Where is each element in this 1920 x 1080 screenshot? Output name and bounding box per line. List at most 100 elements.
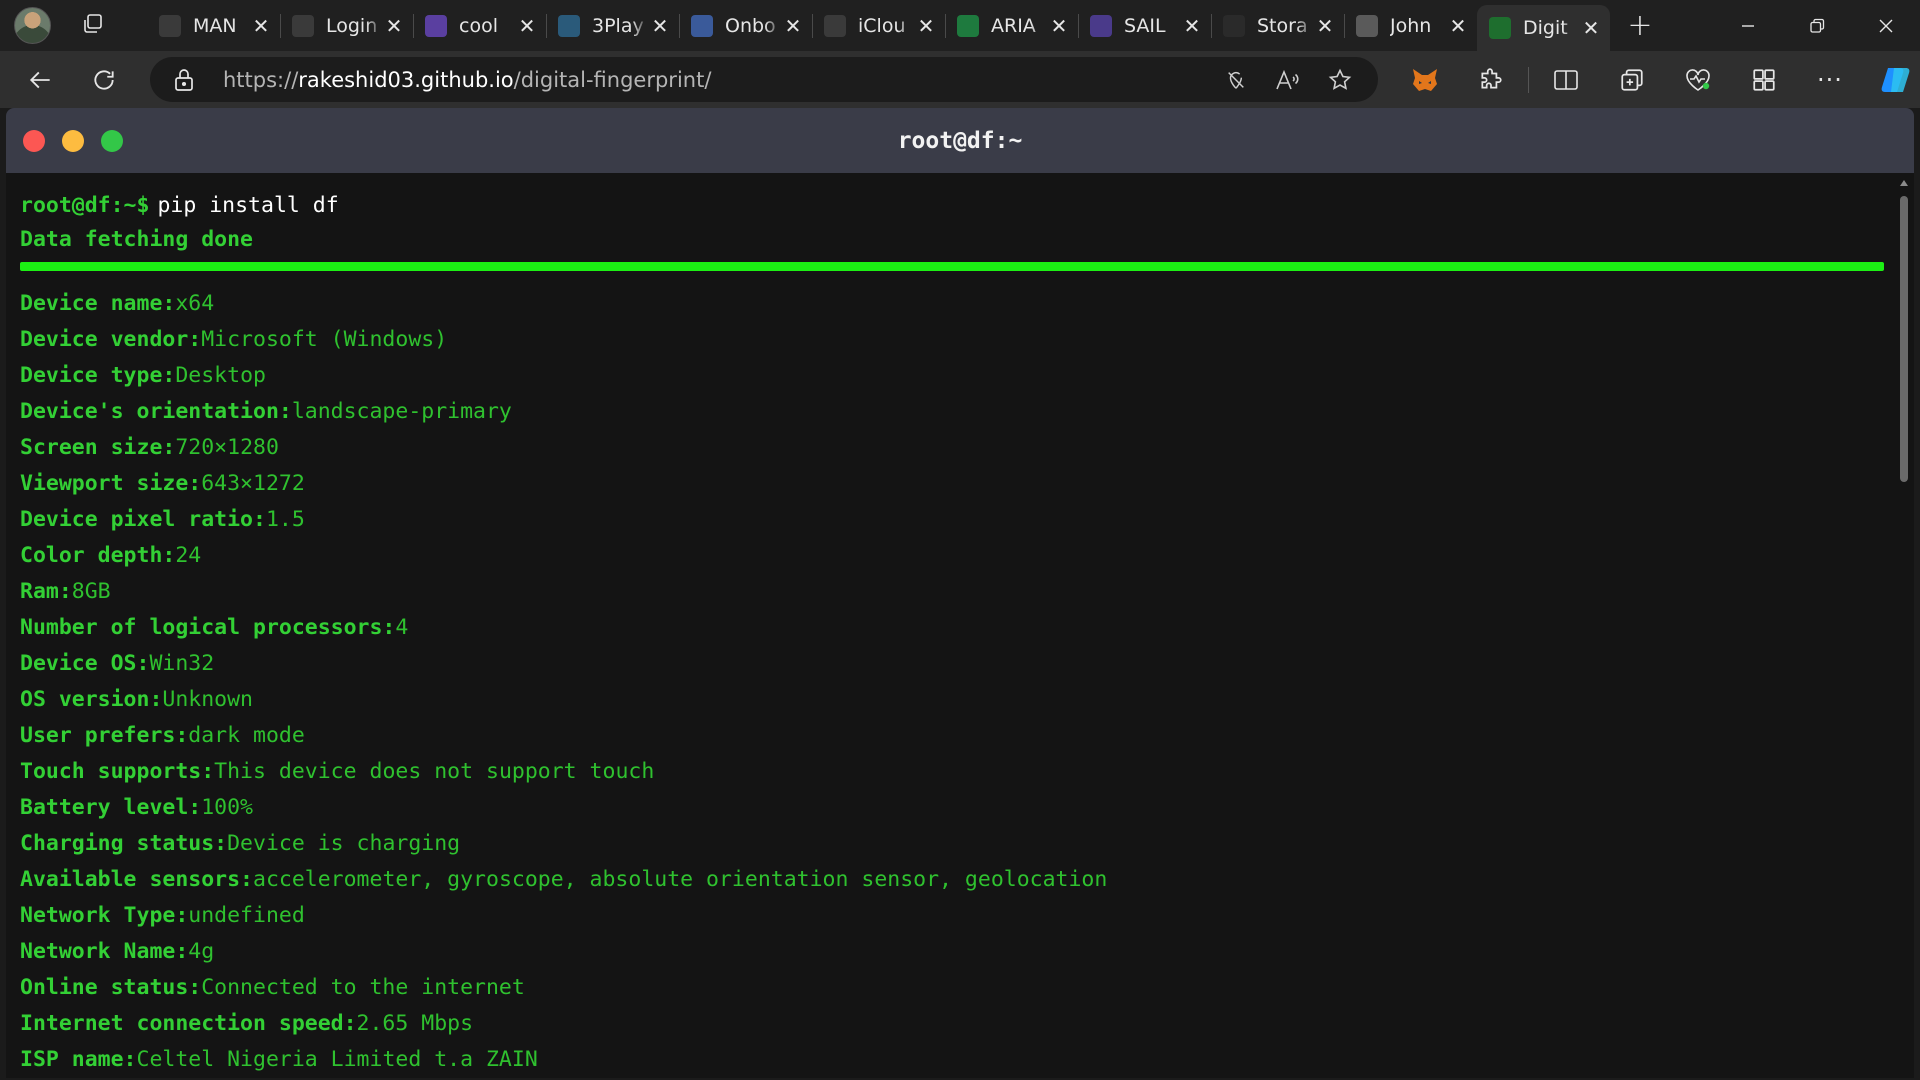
info-row: ISP name: Celtel Nigeria Limited t.a ZAI… <box>20 1041 1914 1077</box>
tab-title: Digit <box>1523 17 1568 39</box>
url-path: /digital-fingerprint/ <box>513 67 712 92</box>
tab-title: MAN <box>193 14 237 37</box>
device-info-list: Device name: x64 Device vendor: Microsoft… <box>20 285 1914 1077</box>
address-bar[interactable]: https://rakeshid03.github.io/digital-fin… <box>150 57 1378 102</box>
browser-tab[interactable]: MAN ✕ <box>147 0 280 51</box>
list-icon <box>1090 14 1112 37</box>
tab-close-button[interactable]: ✕ <box>915 15 937 37</box>
browser-tab[interactable]: iClou ✕ <box>812 0 945 51</box>
tab-close-button[interactable]: ✕ <box>250 15 272 37</box>
location-off-icon <box>1228 71 1244 89</box>
terminal-scrollbar[interactable] <box>1898 180 1910 1078</box>
site-icon <box>292 14 314 37</box>
browser-tab[interactable]: cool ✕ <box>413 0 546 51</box>
workspaces-button[interactable] <box>1731 58 1797 102</box>
favorite-button[interactable] <box>1314 58 1366 102</box>
lock-icon[interactable] <box>172 67 196 97</box>
profile-avatar[interactable] <box>14 7 51 44</box>
info-key: Viewport size: <box>20 470 202 496</box>
tab-list: MAN ✕ Login ✕ cool ✕ 3Play ✕ Onbo ✕ iClou ✕ ARIA ✕ SAI… <box>147 0 1610 51</box>
info-row: User prefers: dark mode <box>20 717 1914 753</box>
drive-icon <box>1223 14 1245 37</box>
tab-title: Stora <box>1257 14 1308 37</box>
browser-tab[interactable]: SAIL ✕ <box>1078 0 1211 51</box>
info-key: Device name: <box>20 290 176 316</box>
restore-icon <box>1809 18 1824 33</box>
info-row: Available sensors: accelerometer, gyrosc… <box>20 861 1914 897</box>
info-key: Ram: <box>20 578 72 604</box>
tab-close-button[interactable]: ✕ <box>1314 15 1336 37</box>
browser-tab[interactable]: Onbo ✕ <box>679 0 812 51</box>
browser-tab[interactable]: ARIA ✕ <box>945 0 1078 51</box>
info-key: Color depth: <box>20 542 176 568</box>
info-key: Screen size: <box>20 434 176 460</box>
tab-title: 3Play <box>592 14 644 37</box>
browser-tab[interactable]: Digit ✕ <box>1477 5 1610 51</box>
tab-close-button[interactable]: ✕ <box>649 15 671 37</box>
tab-close-button[interactable]: ✕ <box>1181 15 1203 37</box>
restore-button[interactable] <box>1782 0 1851 51</box>
url-host: rakeshid03.github.io <box>298 67 514 92</box>
tab-close-button[interactable]: ✕ <box>782 15 804 37</box>
puzzle-icon <box>1481 67 1502 88</box>
info-key: Device pixel ratio: <box>20 506 266 532</box>
window-controls <box>1713 0 1920 51</box>
3play-icon <box>558 14 580 37</box>
minimize-button[interactable] <box>1713 0 1782 51</box>
info-value: 24 <box>175 542 202 568</box>
browser-tab[interactable]: Stora ✕ <box>1211 0 1344 51</box>
new-tab-button[interactable]: + <box>1620 6 1660 46</box>
url-text[interactable]: https://rakeshid03.github.io/digital-fin… <box>223 68 711 92</box>
tab-actions-button[interactable] <box>73 6 113 46</box>
plus-icon: + <box>1627 8 1653 43</box>
tab-title: iClou <box>858 14 906 37</box>
toolbar-actions: ··· <box>1392 51 1920 108</box>
refresh-button[interactable] <box>82 58 126 102</box>
metamask-extension-button[interactable] <box>1392 58 1458 102</box>
tab-title: SAIL <box>1124 14 1166 37</box>
info-row: OS version: Unknown <box>20 681 1914 717</box>
read-aloud-button[interactable] <box>1262 58 1314 102</box>
browser-tab[interactable]: John ✕ <box>1344 0 1477 51</box>
toolbar-divider <box>1528 66 1529 93</box>
info-value: Microsoft (Windows) <box>201 326 448 352</box>
browser-tab[interactable]: Login ✕ <box>280 0 413 51</box>
info-key: Number of logical processors: <box>20 614 396 640</box>
tab-title: Login <box>326 14 378 37</box>
tab-close-button[interactable]: ✕ <box>383 15 405 37</box>
collections-button[interactable] <box>1599 58 1665 102</box>
settings-more-button[interactable]: ··· <box>1797 58 1863 102</box>
tracking-prevention-button[interactable] <box>1210 58 1262 102</box>
progress-fill <box>20 262 1884 271</box>
back-button[interactable] <box>19 58 63 102</box>
browser-essentials-button[interactable] <box>1665 58 1731 102</box>
info-row: Network Type: undefined <box>20 897 1914 933</box>
tab-close-button[interactable]: ✕ <box>1048 15 1070 37</box>
tab-close-button[interactable]: ✕ <box>516 15 538 37</box>
shell-prompt: root@df:~$ <box>20 192 150 218</box>
info-row: Online status: Connected to the internet <box>20 969 1914 1005</box>
scroll-thumb[interactable] <box>1900 196 1908 482</box>
info-value: 100% <box>201 794 253 820</box>
info-key: Device type: <box>20 362 176 388</box>
close-window-button[interactable] <box>1851 0 1920 51</box>
aria-icon <box>957 14 979 37</box>
copilot-icon <box>1881 67 1910 92</box>
info-value: accelerometer, gyroscope, absolute orien… <box>253 866 1108 892</box>
star-icon <box>1328 68 1352 90</box>
browser-tab[interactable]: 3Play ✕ <box>546 0 679 51</box>
extensions-button[interactable] <box>1458 58 1524 102</box>
scroll-up-arrow[interactable] <box>1900 180 1908 186</box>
apps-icon <box>1753 68 1775 91</box>
tab-title: cool <box>459 14 498 37</box>
copilot-button[interactable] <box>1863 58 1920 102</box>
info-key: ISP name: <box>20 1046 137 1072</box>
tab-close-button[interactable]: ✕ <box>1447 15 1469 37</box>
info-row: Touch supports: This device does not sup… <box>20 753 1914 789</box>
tab-close-button[interactable]: ✕ <box>1580 17 1602 39</box>
d-logo-icon <box>425 14 447 37</box>
split-screen-button[interactable] <box>1533 58 1599 102</box>
close-icon <box>1879 19 1892 32</box>
info-row: Charging status: Device is charging <box>20 825 1914 861</box>
fingerprint-icon <box>1489 17 1511 39</box>
